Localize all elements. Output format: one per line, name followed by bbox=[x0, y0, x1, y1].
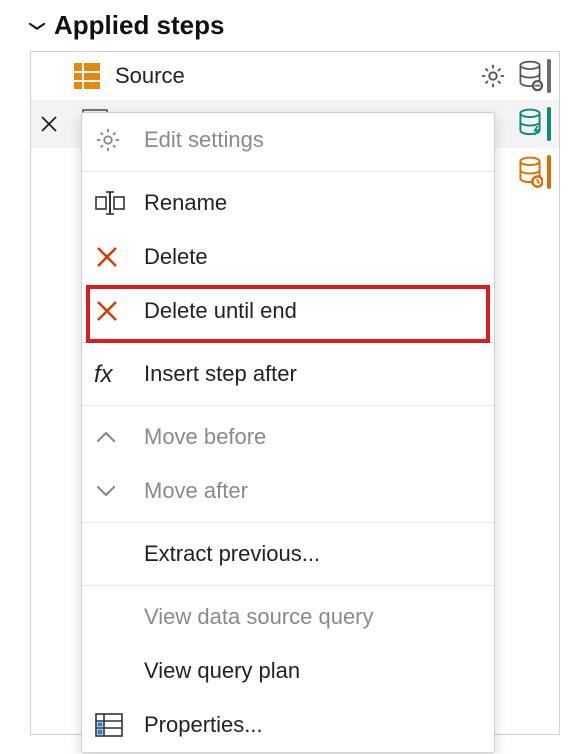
properties-icon bbox=[94, 711, 144, 739]
menu-separator bbox=[82, 585, 494, 586]
database-icon[interactable] bbox=[517, 59, 551, 93]
menu-label: Move after bbox=[144, 478, 248, 504]
context-menu: Edit settings Rename bbox=[81, 112, 495, 753]
menu-properties[interactable]: Properties... bbox=[82, 698, 494, 752]
menu-move-after: Move after bbox=[82, 464, 494, 518]
menu-label: Properties... bbox=[144, 712, 263, 738]
gear-icon[interactable] bbox=[479, 62, 507, 90]
menu-label: Edit settings bbox=[144, 127, 264, 153]
menu-separator bbox=[82, 405, 494, 406]
step-row-source[interactable]: Source bbox=[31, 52, 559, 100]
svg-text:fx: fx bbox=[94, 361, 114, 387]
table-icon bbox=[69, 58, 105, 94]
menu-move-before: Move before bbox=[82, 410, 494, 464]
applied-steps-panel: Source bbox=[30, 51, 560, 735]
menu-edit-settings: Edit settings bbox=[82, 113, 494, 167]
menu-label: Extract previous... bbox=[144, 541, 320, 567]
menu-view-query-plan[interactable]: View query plan bbox=[82, 644, 494, 698]
gear-icon bbox=[94, 126, 144, 154]
menu-separator bbox=[82, 342, 494, 343]
menu-rename[interactable]: Rename bbox=[82, 176, 494, 230]
menu-delete-until-end[interactable]: Delete until end bbox=[82, 284, 494, 338]
database-bolt-icon[interactable] bbox=[517, 107, 551, 141]
menu-label: Move before bbox=[144, 424, 266, 450]
menu-label: Delete until end bbox=[144, 298, 297, 324]
chevron-down-icon bbox=[94, 483, 144, 499]
rename-icon bbox=[94, 190, 144, 216]
chevron-up-icon bbox=[94, 429, 144, 445]
menu-insert-step-after[interactable]: fx Insert step after bbox=[82, 347, 494, 401]
applied-steps-title: Applied steps bbox=[54, 10, 224, 41]
menu-extract-previous[interactable]: Extract previous... bbox=[82, 527, 494, 581]
close-icon[interactable] bbox=[39, 114, 67, 134]
menu-label: Insert step after bbox=[144, 361, 297, 387]
delete-x-icon bbox=[94, 244, 144, 270]
database-clock-icon[interactable] bbox=[517, 155, 551, 189]
menu-label: View query plan bbox=[144, 658, 300, 684]
menu-separator bbox=[82, 171, 494, 172]
menu-label: Delete bbox=[144, 244, 208, 270]
menu-view-data-source-query: View data source query bbox=[82, 590, 494, 644]
menu-label: View data source query bbox=[144, 604, 374, 630]
step-label: Source bbox=[115, 63, 469, 89]
menu-label: Rename bbox=[144, 190, 227, 216]
menu-delete[interactable]: Delete bbox=[82, 230, 494, 284]
menu-separator bbox=[82, 522, 494, 523]
delete-x-icon bbox=[94, 298, 144, 324]
chevron-down-icon[interactable] bbox=[28, 21, 46, 31]
fx-icon: fx bbox=[94, 361, 144, 387]
